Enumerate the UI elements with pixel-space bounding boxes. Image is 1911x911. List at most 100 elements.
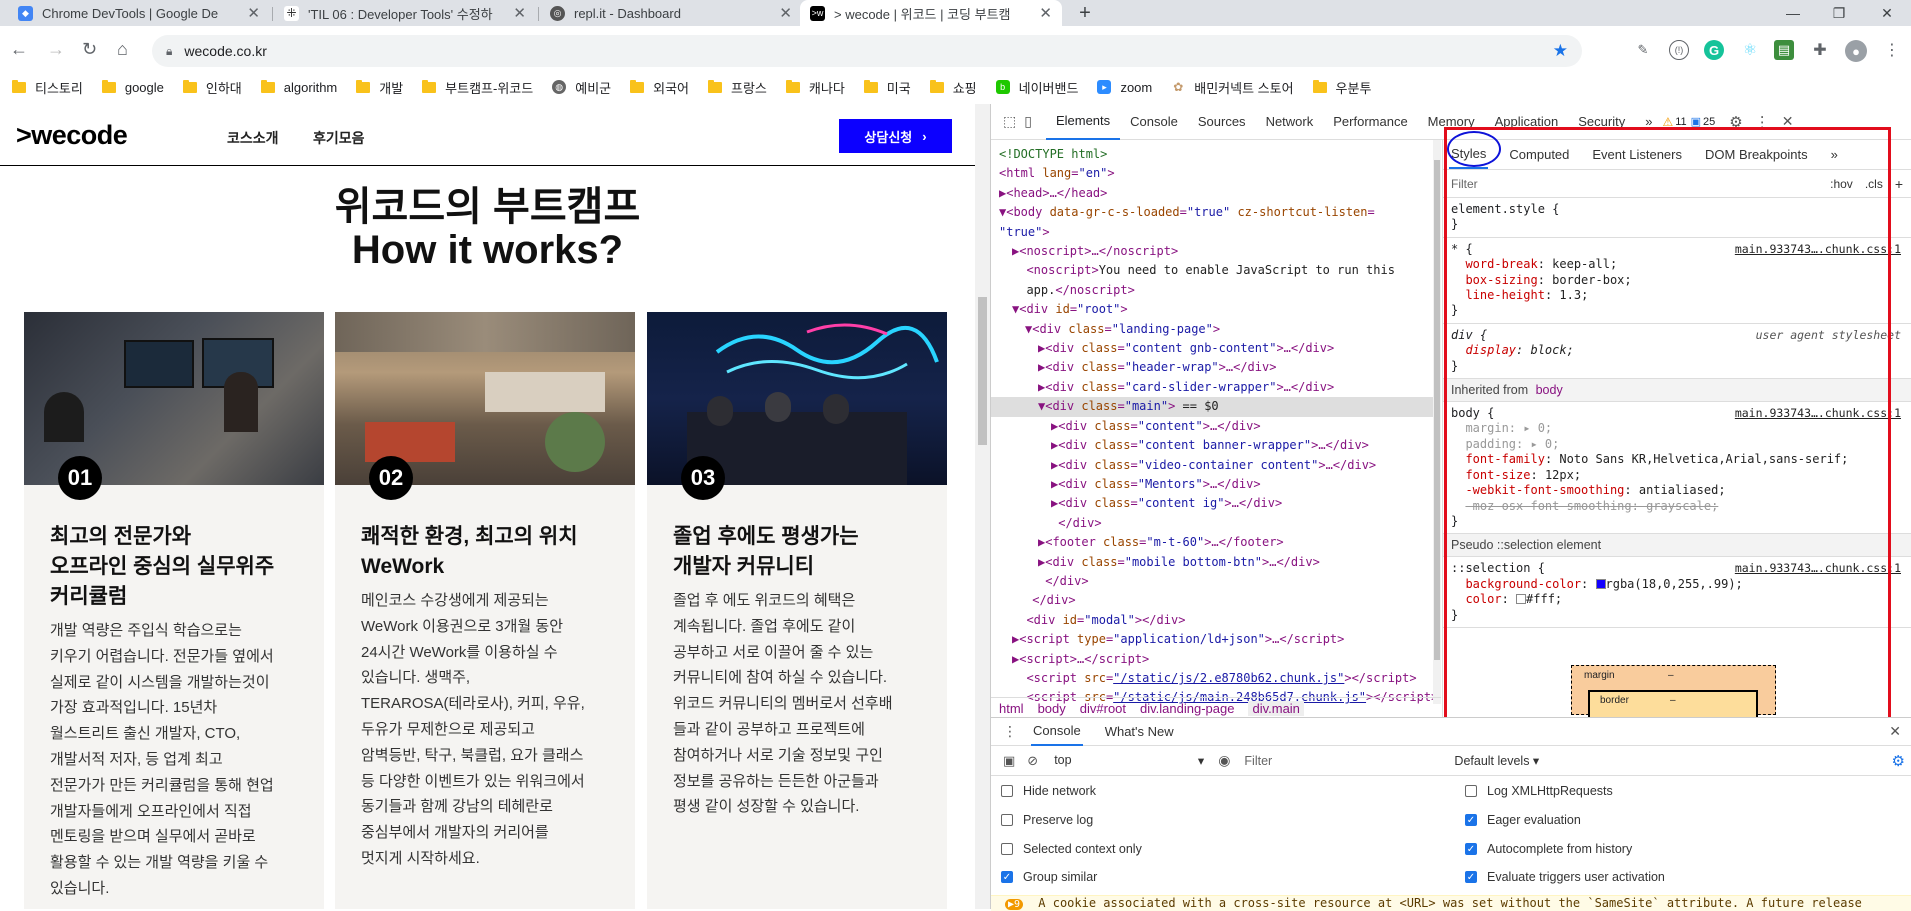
bookmark-item[interactable]: 캐나다 bbox=[785, 78, 845, 97]
close-tab-icon[interactable]: ✕ bbox=[1039, 4, 1052, 22]
checkbox-checked[interactable]: ✓ bbox=[1465, 814, 1477, 826]
bookmark-item[interactable]: ✿ 배민커넥트 스토어 bbox=[1171, 78, 1294, 97]
dom-node[interactable]: app.</noscript> bbox=[991, 281, 1441, 300]
lock-icon[interactable]: 🔒︎ bbox=[166, 44, 172, 59]
new-rule-icon[interactable]: + bbox=[1895, 176, 1903, 192]
bookmark-item[interactable]: b 네이버밴드 bbox=[995, 78, 1078, 97]
restore-icon[interactable]: ❐ bbox=[1816, 0, 1862, 26]
close-devtools-icon[interactable]: ✕ bbox=[1782, 113, 1794, 130]
dom-node[interactable]: ▶<script type="application/ld+json">…</s… bbox=[991, 630, 1441, 649]
dom-node[interactable]: ▶<script>…</script> bbox=[991, 650, 1441, 669]
extension-badge-icon[interactable]: ▤ bbox=[1774, 40, 1794, 60]
eyedropper-extension-icon[interactable]: ✎ bbox=[1633, 40, 1653, 60]
dom-node[interactable]: </div> bbox=[991, 514, 1441, 533]
dom-node[interactable]: <html lang="en"> bbox=[991, 164, 1441, 183]
dom-node[interactable]: ▼<body data-gr-c-s-loaded="true" cz-shor… bbox=[991, 203, 1441, 222]
tab-console-drawer[interactable]: Console bbox=[1031, 717, 1083, 746]
bookmark-item[interactable]: 부트캠프-위코드 bbox=[422, 78, 533, 97]
browser-tab[interactable]: ⁜ 'TIL 06 : Developer Tools' 수정하 ✕ bbox=[274, 0, 536, 26]
stylesheet-link[interactable]: main.933743….chunk.css:1 bbox=[1735, 242, 1901, 257]
bookmark-item[interactable]: 외국어 bbox=[630, 78, 689, 97]
option-hide-network[interactable]: Hide network bbox=[1001, 784, 1096, 798]
profile-avatar-icon[interactable]: ● bbox=[1845, 40, 1867, 62]
dom-node[interactable]: </div> bbox=[991, 572, 1441, 591]
dom-node[interactable]: <!DOCTYPE html> bbox=[991, 145, 1441, 164]
dom-node[interactable]: ▼<div class="landing-page"> bbox=[991, 320, 1441, 339]
stylesheet-link[interactable]: main.933743….chunk.css:1 bbox=[1735, 561, 1901, 576]
sidebar-toggle-icon[interactable]: ▣ bbox=[1003, 753, 1015, 769]
page-scrollbar[interactable] bbox=[975, 104, 990, 909]
tab-application[interactable]: Application bbox=[1485, 104, 1569, 140]
dom-tree-scrollbar[interactable] bbox=[1433, 140, 1441, 704]
grammarly-icon[interactable]: G bbox=[1704, 40, 1724, 60]
tab-performance[interactable]: Performance bbox=[1323, 104, 1417, 140]
breadcrumb-item[interactable]: div.landing-page bbox=[1140, 701, 1234, 716]
dom-node[interactable]: ▼<div id="root"> bbox=[991, 300, 1441, 319]
bookmark-item[interactable]: ▸ zoom bbox=[1097, 80, 1152, 95]
reload-icon[interactable]: ↻ bbox=[82, 39, 97, 60]
scrollbar-thumb[interactable] bbox=[978, 297, 987, 445]
dom-node-selected[interactable]: ▼<div class="main"> == $0 bbox=[991, 397, 1441, 417]
close-tab-icon[interactable]: ✕ bbox=[513, 4, 526, 22]
dom-node[interactable]: <noscript>You need to enable JavaScript … bbox=[991, 261, 1441, 280]
address-bar[interactable]: 🔒︎ wecode.co.kr ★ bbox=[152, 35, 1582, 67]
minimize-icon[interactable]: — bbox=[1770, 0, 1816, 26]
bookmark-item[interactable]: 티스토리 bbox=[12, 78, 83, 97]
close-drawer-icon[interactable]: ✕ bbox=[1889, 723, 1901, 740]
inherited-element-link[interactable]: body bbox=[1536, 383, 1563, 397]
tab-memory[interactable]: Memory bbox=[1418, 104, 1485, 140]
option-selected-context[interactable]: Selected context only bbox=[1001, 842, 1142, 856]
dom-node[interactable]: "true"> bbox=[991, 223, 1441, 242]
dom-node[interactable]: ▶<div class="mobile bottom-btn">…</div> bbox=[991, 553, 1441, 572]
inspect-element-icon[interactable]: ⬚ bbox=[1003, 113, 1016, 130]
checkbox[interactable] bbox=[1465, 785, 1477, 797]
dom-node[interactable]: ▶<div class="video-container content">…<… bbox=[991, 456, 1441, 475]
tab-computed[interactable]: Computed bbox=[1507, 141, 1571, 168]
clear-console-icon[interactable]: ⊘ bbox=[1027, 753, 1038, 769]
bookmark-item[interactable]: google bbox=[101, 79, 164, 95]
bookmark-item[interactable]: 미국 bbox=[863, 78, 911, 97]
dom-node[interactable]: ▶<div class="content gnb-content">…</div… bbox=[991, 339, 1441, 358]
stylesheet-link[interactable]: main.933743….chunk.css:1 bbox=[1735, 406, 1901, 421]
option-eager-eval[interactable]: ✓ Eager evaluation bbox=[1465, 813, 1581, 827]
tab-whats-new[interactable]: What's New bbox=[1103, 718, 1176, 745]
color-swatch[interactable] bbox=[1595, 578, 1606, 589]
bookmark-star-icon[interactable]: ★ bbox=[1553, 41, 1568, 61]
checkbox-checked[interactable]: ✓ bbox=[1465, 843, 1477, 855]
react-devtools-icon[interactable]: ⚛ bbox=[1740, 40, 1760, 60]
option-preserve-log[interactable]: Preserve log bbox=[1001, 813, 1093, 827]
dom-node[interactable]: ▶<footer class="m-t-60">…</footer> bbox=[991, 533, 1441, 552]
console-filter-input[interactable]: Filter bbox=[1244, 754, 1449, 768]
close-window-icon[interactable]: ✕ bbox=[1864, 0, 1910, 26]
bookmark-item[interactable]: 인하대 bbox=[182, 78, 242, 97]
context-select[interactable]: top ▾ bbox=[1054, 753, 1204, 768]
dom-node[interactable]: ▶<div class="Mentors">…</div> bbox=[991, 475, 1441, 494]
color-swatch[interactable] bbox=[1516, 594, 1527, 605]
checkbox[interactable] bbox=[1001, 785, 1013, 797]
nav-course-link[interactable]: 코스소개 bbox=[227, 128, 279, 148]
tab-security[interactable]: Security bbox=[1568, 104, 1635, 140]
dom-node[interactable]: ▶<head>…</head> bbox=[991, 184, 1441, 203]
close-tab-icon[interactable]: ✕ bbox=[779, 4, 792, 22]
checkbox-checked[interactable]: ✓ bbox=[1001, 871, 1013, 883]
extensions-puzzle-icon[interactable]: ✚ bbox=[1810, 40, 1830, 60]
option-group-similar[interactable]: ✓ Group similar bbox=[1001, 870, 1097, 884]
menu-kebab-icon[interactable]: ⋮ bbox=[1882, 40, 1902, 60]
breadcrumb-item[interactable]: body bbox=[1038, 701, 1066, 716]
more-tabs-button[interactable]: » bbox=[1635, 104, 1662, 140]
log-levels-select[interactable]: Default levels ▾ bbox=[1454, 753, 1539, 768]
warning-icon[interactable]: ⚠ bbox=[1662, 115, 1673, 129]
tab-dom-breakpoints[interactable]: DOM Breakpoints bbox=[1703, 141, 1810, 168]
drawer-menu-icon[interactable]: ⋮ bbox=[1003, 723, 1017, 740]
console-settings-icon[interactable]: ⚙ bbox=[1892, 752, 1905, 770]
bookmark-item[interactable]: ◍ 예비군 bbox=[552, 78, 611, 97]
bookmark-item[interactable]: 프랑스 bbox=[708, 78, 767, 97]
dom-node[interactable]: ▶<div class="card-slider-wrapper">…</div… bbox=[991, 378, 1441, 397]
extension-icon[interactable]: (!) bbox=[1669, 40, 1689, 60]
dom-node[interactable]: ▶<div class="header-wrap">…</div> bbox=[991, 358, 1441, 377]
cls-toggle[interactable]: .cls bbox=[1865, 177, 1883, 191]
dom-node[interactable]: <script src="/static/js/2.e8780b62.chunk… bbox=[991, 669, 1441, 688]
dom-node[interactable]: </div> bbox=[991, 591, 1441, 610]
tab-event-listeners[interactable]: Event Listeners bbox=[1590, 141, 1684, 168]
forward-icon[interactable]: → bbox=[47, 39, 65, 60]
